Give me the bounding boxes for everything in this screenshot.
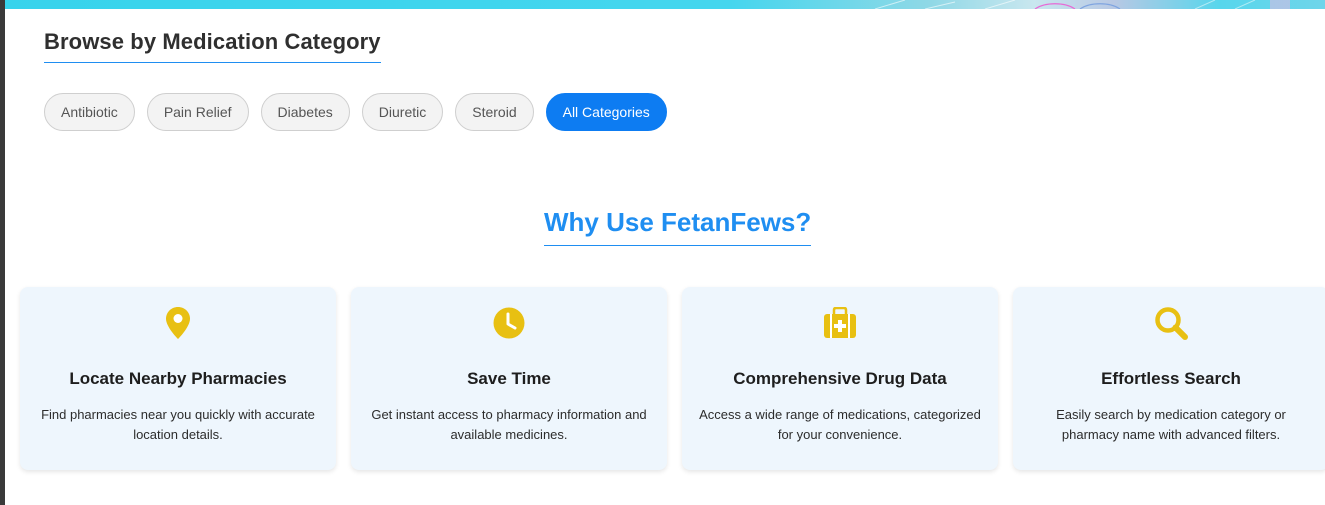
banner-decoration bbox=[874, 0, 1290, 9]
hero-banner-bottom-edge bbox=[5, 0, 1325, 9]
category-pill-diuretic[interactable]: Diuretic bbox=[361, 93, 444, 131]
category-pill-steroid[interactable]: Steroid bbox=[455, 93, 534, 131]
why-section-heading: Why Use FetanFews? bbox=[544, 207, 812, 246]
category-pill-pain-relief[interactable]: Pain Relief bbox=[146, 93, 249, 131]
feature-card-list: Locate Nearby Pharmacies Find pharmacies… bbox=[20, 287, 1325, 470]
feature-card-search: Effortless Search Easily search by medic… bbox=[1013, 287, 1325, 470]
search-icon bbox=[1153, 305, 1189, 341]
category-pill-antibiotic[interactable]: Antibiotic bbox=[44, 93, 135, 131]
category-pill-all-categories[interactable]: All Categories bbox=[545, 93, 667, 131]
feature-title: Comprehensive Drug Data bbox=[733, 369, 947, 388]
feature-description: Easily search by medication category or … bbox=[1056, 407, 1286, 442]
feature-description: Access a wide range of medications, cate… bbox=[699, 407, 981, 442]
feature-description: Find pharmacies near you quickly with ac… bbox=[41, 407, 315, 442]
window-left-edge bbox=[0, 0, 5, 505]
medical-kit-icon bbox=[822, 305, 858, 341]
clock-icon bbox=[491, 305, 527, 341]
map-pin-icon bbox=[160, 305, 196, 341]
feature-card-drug-data: Comprehensive Drug Data Access a wide ra… bbox=[682, 287, 998, 470]
feature-title: Locate Nearby Pharmacies bbox=[69, 369, 287, 388]
feature-card-locate: Locate Nearby Pharmacies Find pharmacies… bbox=[20, 287, 336, 470]
category-pill-diabetes[interactable]: Diabetes bbox=[260, 93, 350, 131]
feature-description: Get instant access to pharmacy informati… bbox=[371, 407, 647, 442]
category-section-heading: Browse by Medication Category bbox=[44, 29, 381, 63]
feature-card-save-time: Save Time Get instant access to pharmacy… bbox=[351, 287, 667, 470]
category-filter-list: Antibiotic Pain Relief Diabetes Diuretic… bbox=[44, 93, 667, 131]
feature-title: Effortless Search bbox=[1101, 369, 1241, 388]
feature-title: Save Time bbox=[467, 369, 551, 388]
